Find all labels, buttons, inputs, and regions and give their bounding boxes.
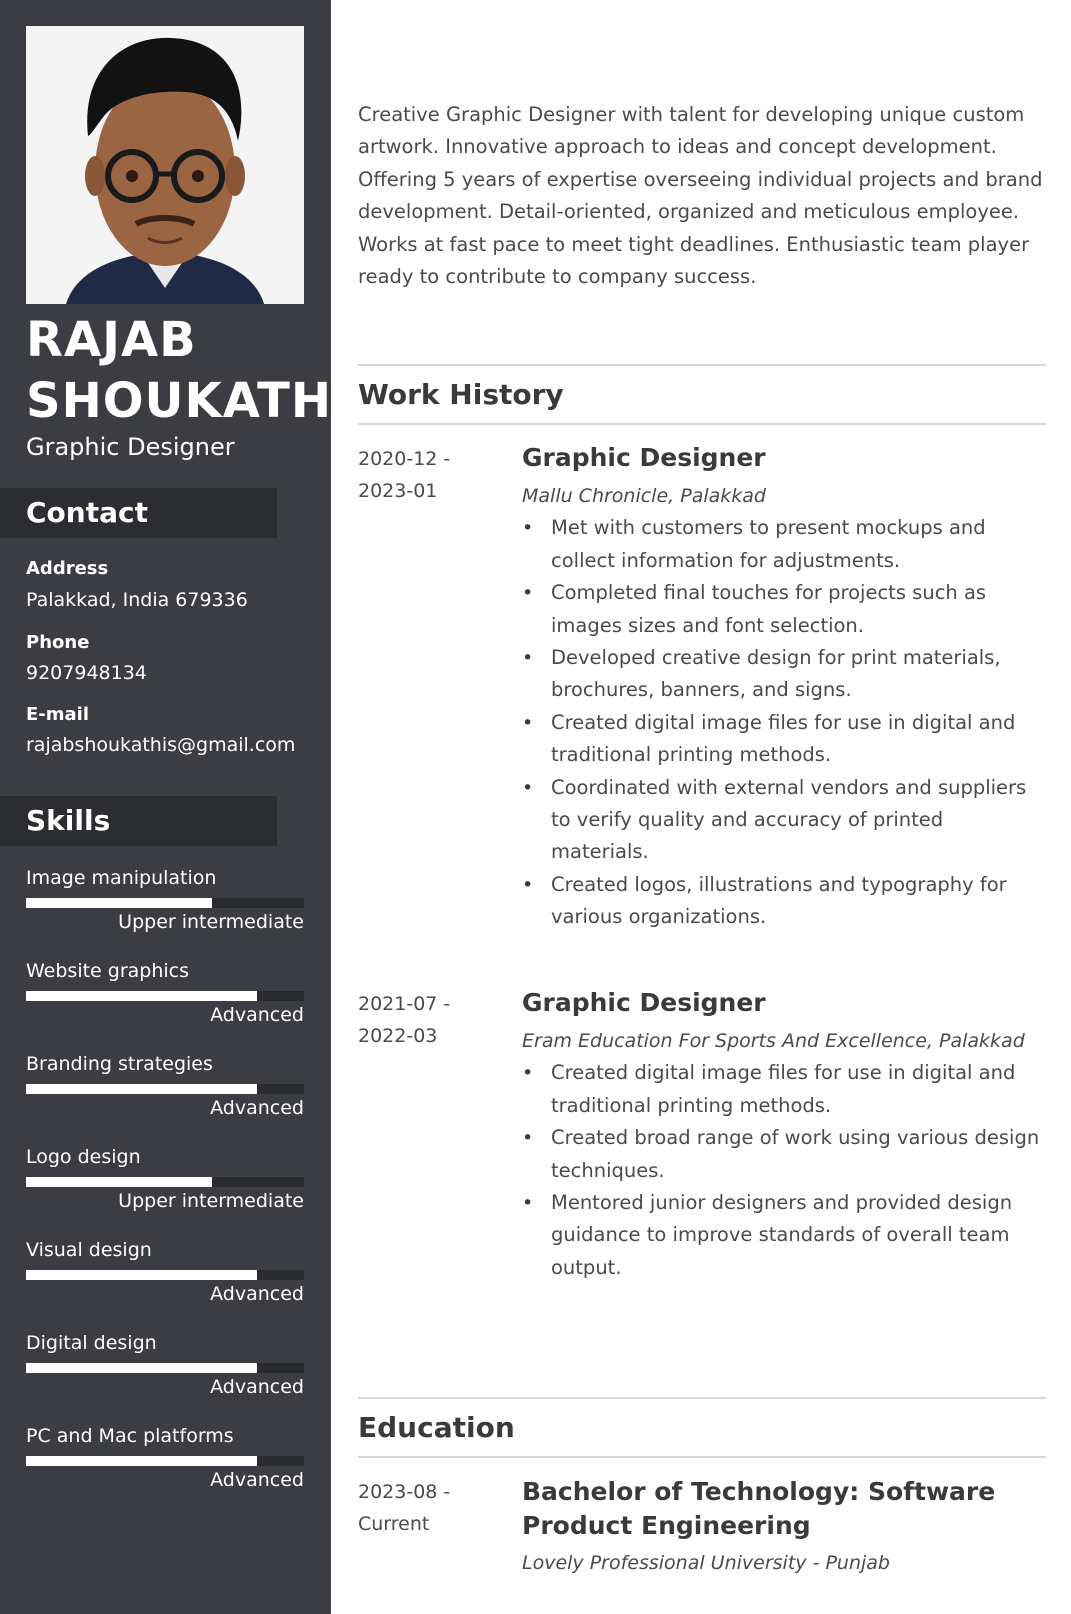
skill-bar-fill [26, 898, 213, 908]
main-content: Creative Graphic Designer with talent fo… [358, 0, 1046, 1614]
job-start-date: 2021-07 - [358, 993, 451, 1015]
job-bullet: Coordinated with external vendors and su… [522, 772, 1046, 869]
skill-level: Advanced [210, 1097, 304, 1119]
job-company: Eram Education For Sports And Excellence… [522, 1030, 1025, 1052]
education-entry: Bachelor of Technology: Software Product… [522, 1475, 1046, 1579]
education-end-date: Current [358, 1513, 430, 1536]
skill-level: Advanced [210, 1283, 304, 1305]
job-bullet: Created digital image files for use in d… [522, 707, 1046, 772]
email-label: E-mail [26, 704, 90, 725]
job-start-date: 2020-12 - [358, 448, 451, 470]
skill-bar-fill [26, 1177, 213, 1187]
contact-heading: Contact [26, 496, 148, 529]
job-bullet: Created digital image files for use in d… [522, 1057, 1046, 1122]
skill-name: PC and Mac platforms [26, 1425, 234, 1447]
skill-name: Digital design [26, 1332, 157, 1354]
skill-name: Branding strategies [26, 1053, 213, 1075]
contact-header: Contact [0, 488, 277, 538]
skill-bar [26, 1456, 304, 1466]
job-entry: Graphic Designer Eram Education For Spor… [522, 987, 1046, 1284]
job-bullet: Completed final touches for projects suc… [522, 577, 1046, 642]
divider [358, 364, 1046, 366]
skill-name: Website graphics [26, 960, 190, 982]
sidebar: RAJAB SHOUKATH Graphic Designer Contact … [0, 0, 331, 1614]
education-heading: Education [358, 1411, 515, 1444]
address-value: Palakkad, India 679336 [26, 589, 248, 611]
job-bullet: Developed creative design for print mate… [522, 642, 1046, 707]
skill-bar [26, 1363, 304, 1373]
job-company: Mallu Chronicle, Palakkad [522, 485, 766, 507]
skill-bar [26, 991, 304, 1001]
skill-bar [26, 1084, 304, 1094]
job-bullets: Created digital image files for use in d… [522, 1057, 1046, 1284]
skill-bar-fill [26, 1084, 257, 1094]
work-history-heading: Work History [358, 378, 564, 411]
candidate-name: RAJAB SHOUKATH [26, 310, 333, 432]
job-end-date: 2023-01 [358, 480, 438, 503]
skill-name: Visual design [26, 1239, 152, 1261]
skill-name: Logo design [26, 1146, 141, 1168]
job-bullet: Met with customers to present mockups an… [522, 512, 1046, 577]
skill-level: Advanced [210, 1376, 304, 1398]
job-bullet: Mentored junior designers and provided d… [522, 1187, 1046, 1284]
education-start-date: 2023-08 - [358, 1481, 451, 1503]
skill-level: Upper intermediate [118, 1190, 304, 1212]
skill-bar [26, 1270, 304, 1280]
skill-bar-fill [26, 1363, 257, 1373]
skills-header: Skills [0, 796, 277, 846]
skill-bar [26, 1177, 304, 1187]
phone-value: 9207948134 [26, 662, 147, 684]
degree-title: Bachelor of Technology: Software Product… [522, 1477, 996, 1540]
skill-bar-fill [26, 1270, 257, 1280]
divider [358, 1397, 1046, 1399]
job-title: Graphic Designer [522, 988, 766, 1017]
candidate-role: Graphic Designer [26, 433, 235, 461]
address-label: Address [26, 558, 109, 579]
job-dates: 2021-07 - 2022-03 [358, 988, 488, 1053]
job-bullets: Met with customers to present mockups an… [522, 512, 1046, 933]
job-entry: Graphic Designer Mallu Chronicle, Palakk… [522, 442, 1046, 934]
divider [358, 1456, 1046, 1458]
phone-label: Phone [26, 632, 90, 653]
job-bullet: Created broad range of work using variou… [522, 1122, 1046, 1187]
job-end-date: 2022-03 [358, 1025, 438, 1048]
job-dates: 2020-12 - 2023-01 [358, 443, 488, 508]
skill-bar-fill [26, 991, 257, 1001]
profile-photo [26, 26, 304, 304]
skills-heading: Skills [26, 804, 111, 837]
name-line-2: SHOUKATH [26, 373, 333, 429]
skill-level: Advanced [210, 1004, 304, 1026]
job-title: Graphic Designer [522, 443, 766, 472]
skill-name: Image manipulation [26, 867, 217, 889]
job-bullet: Created logos, illustrations and typogra… [522, 869, 1046, 934]
skill-bar [26, 898, 304, 908]
education-dates: 2023-08 - Current [358, 1476, 488, 1541]
skill-level: Advanced [210, 1469, 304, 1491]
skill-level: Upper intermediate [118, 911, 304, 933]
divider [358, 423, 1046, 425]
name-line-1: RAJAB [26, 312, 197, 368]
email-value[interactable]: rajabshoukathis@gmail.com [26, 734, 295, 756]
skill-bar-fill [26, 1456, 257, 1466]
professional-summary: Creative Graphic Designer with talent fo… [358, 103, 1043, 289]
school-name: Lovely Professional University - Punjab [522, 1552, 890, 1574]
